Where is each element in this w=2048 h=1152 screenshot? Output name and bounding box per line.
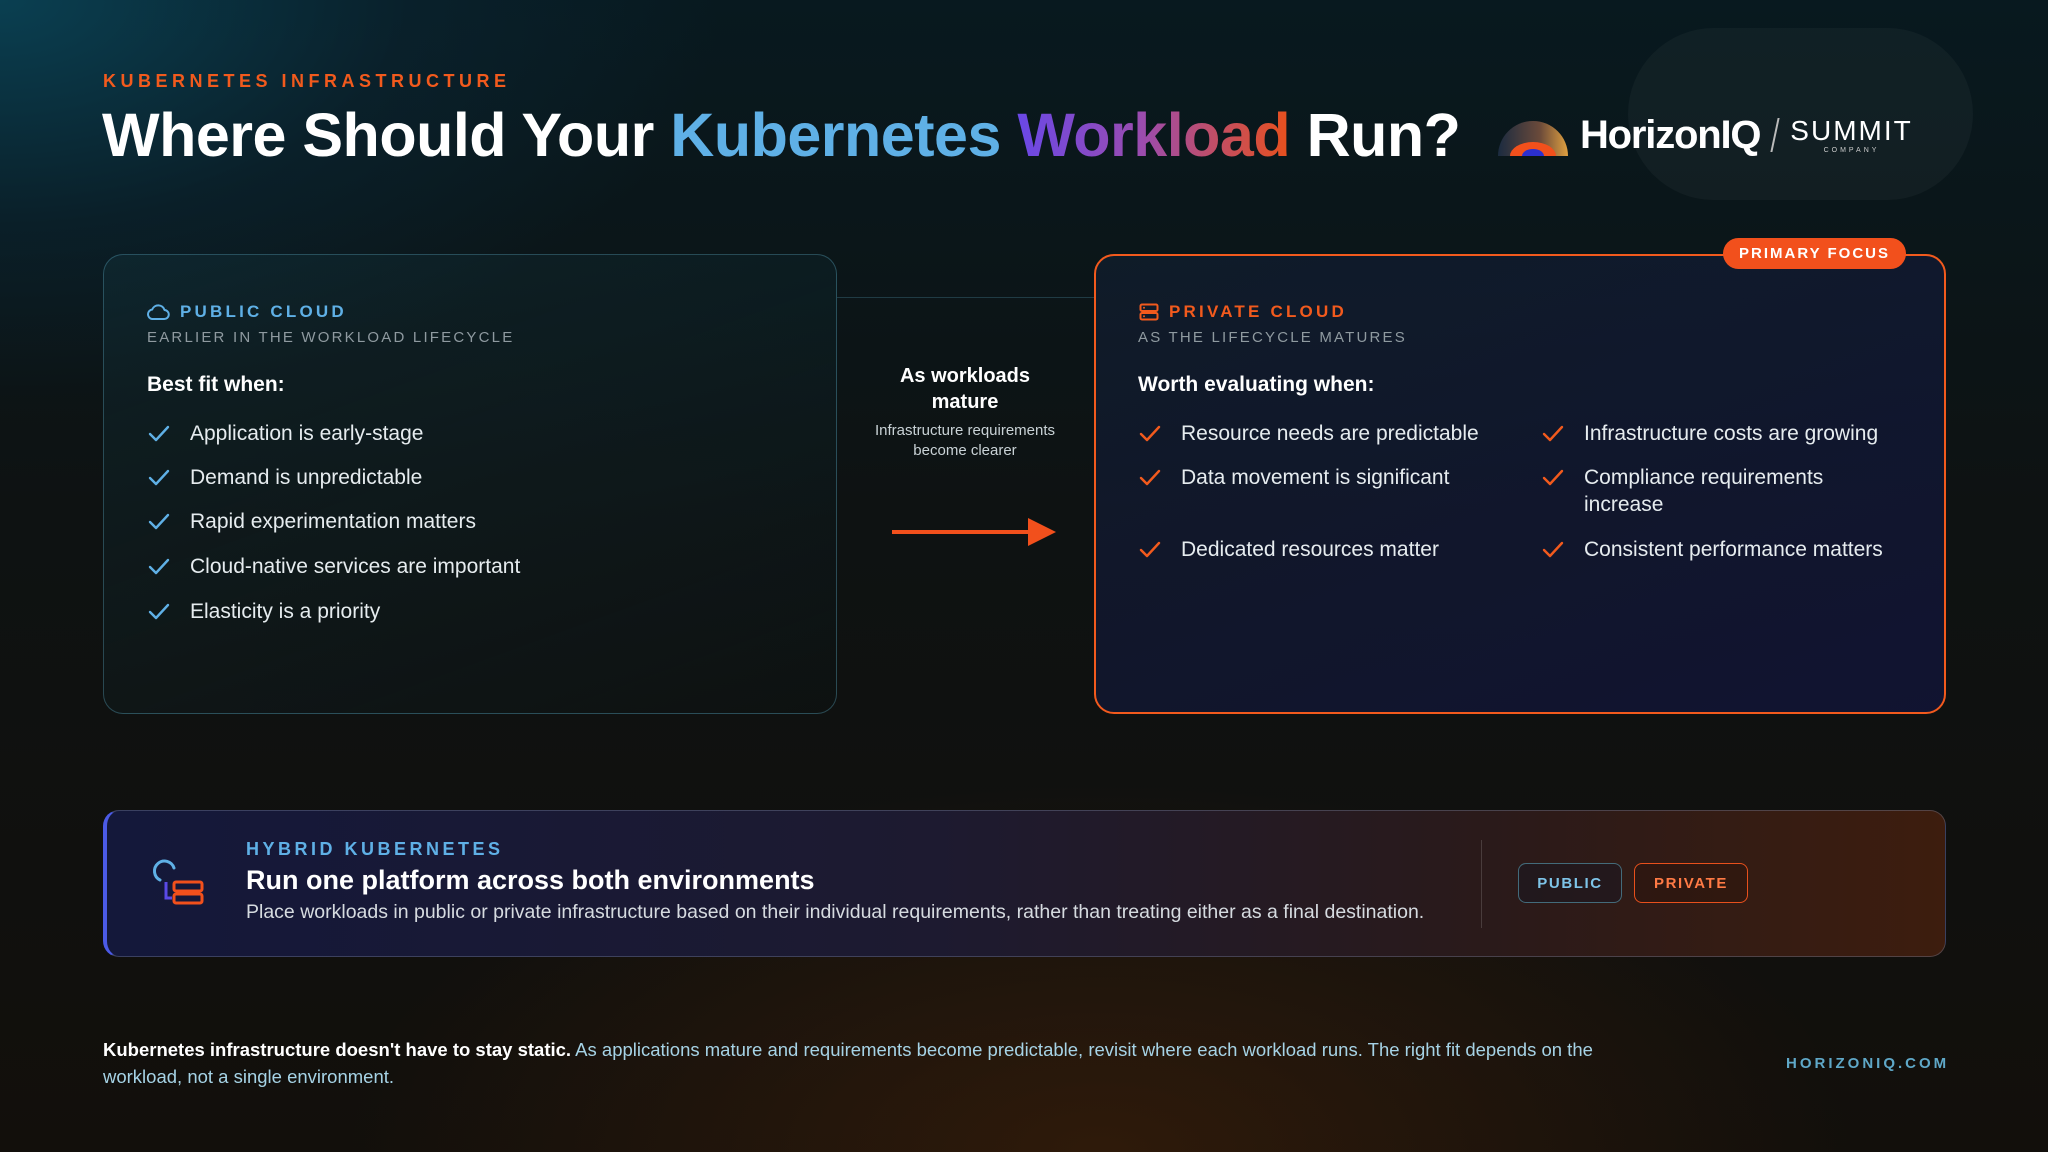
public-tag: PUBLIC [1518,863,1622,903]
list-item-text: Elasticity is a priority [190,600,381,623]
public-fit-title: Best fit when: [147,373,285,396]
check-icon [1139,469,1161,486]
list-item: Elasticity is a priority [148,598,380,625]
primary-focus-badge: PRIMARY FOCUS [1723,238,1906,269]
list-item: Dedicated resources matter [1139,536,1499,563]
server-icon [1139,303,1159,321]
check-icon [148,425,170,442]
card-connector-line [837,297,1094,298]
check-icon [148,558,170,575]
check-icon [1542,425,1564,442]
title-kubernetes: Kubernetes [670,101,1001,169]
transition-title: As workloads mature [899,365,1031,413]
partner-logo: SUMMIT COMPANY [1790,114,1913,154]
footer-note: Kubernetes infrastructure doesn't have t… [103,1036,1643,1090]
list-item: Compliance requirements increase [1542,464,1852,518]
check-icon [148,513,170,530]
brand-separator [1770,118,1780,152]
list-item: Demand is unpredictable [148,464,422,491]
list-item-text: Compliance requirements increase [1584,466,1824,516]
title-part-2: Run? [1290,101,1461,169]
list-item-text: Resource needs are predictable [1181,422,1479,445]
check-icon [1542,469,1564,486]
title-workload: Workload [1017,101,1291,169]
brand-lockup: HorizonIQ SUMMIT COMPANY [1496,112,1913,158]
list-item-text: Demand is unpredictable [190,466,423,489]
section-eyebrow: KUBERNETES INFRASTRUCTURE [103,71,511,91]
list-item-text: Consistent performance matters [1584,538,1883,561]
footer-lead: Kubernetes infrastructure doesn't have t… [103,1039,572,1060]
horizoniq-logo-icon [1498,121,1568,156]
brand-name: HorizonIQ [1580,112,1761,157]
check-icon [148,603,170,620]
list-item: Infrastructure costs are growing [1542,420,1912,447]
public-cloud-heading: PUBLIC CLOUD [146,302,347,322]
public-cloud-subtitle: EARLIER IN THE WORKLOAD LIFECYCLE [147,329,515,346]
partner-name: SUMMIT [1790,114,1913,146]
list-item: Application is early-stage [148,420,423,447]
list-item-text: Data movement is significant [1181,466,1450,489]
hybrid-eyebrow: HYBRID KUBERNETES [246,839,504,859]
list-item: Cloud-native services are important [148,553,520,580]
arrow-right-icon [892,518,1056,546]
private-cloud-subtitle: AS THE LIFECYCLE MATURES [1138,329,1407,346]
list-item-text: Application is early-stage [190,422,424,445]
public-cloud-label: PUBLIC CLOUD [180,302,347,321]
list-item-text: Infrastructure costs are growing [1584,422,1879,445]
list-item: Resource needs are predictable [1139,420,1499,447]
private-cloud-heading: PRIVATE CLOUD [1139,302,1347,322]
private-tag: PRIVATE [1634,863,1748,903]
hybrid-divider [1481,840,1482,928]
hybrid-title: Run one platform across both environment… [246,865,815,895]
private-fit-title: Worth evaluating when: [1138,373,1375,396]
check-icon [1139,541,1161,558]
hybrid-description: Place workloads in public or private inf… [246,901,1425,923]
title-part-1: Where Should Your [102,101,671,169]
list-item-text: Rapid experimentation matters [190,510,476,533]
list-item: Rapid experimentation matters [148,508,476,535]
page-title: Where Should Your Kubernetes Workload Ru… [102,100,1461,170]
list-item: Consistent performance matters [1542,536,1912,563]
partner-subtitle: COMPANY [1823,146,1880,154]
list-item-text: Dedicated resources matter [1181,538,1439,561]
hybrid-cloud-server-icon [152,859,204,905]
transition-subtitle: Infrastructure requirements become clear… [874,422,1056,459]
check-icon [148,469,170,486]
website-link[interactable]: HORIZONIQ.COM [1786,1055,1949,1072]
check-icon [1542,541,1564,558]
list-item: Data movement is significant [1139,464,1499,491]
check-icon [1139,425,1161,442]
cloud-icon [146,304,170,320]
private-cloud-label: PRIVATE CLOUD [1169,302,1347,321]
list-item-text: Cloud-native services are important [190,555,521,578]
